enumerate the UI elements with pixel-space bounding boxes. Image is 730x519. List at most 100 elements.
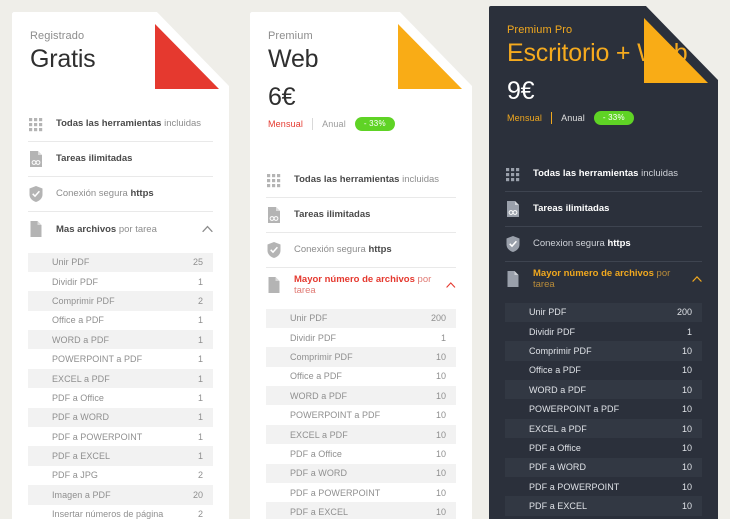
tool-name: Office a PDF: [52, 315, 104, 326]
billing-monthly-option[interactable]: Mensual: [268, 119, 303, 129]
tool-limit-row: Comprimir PDF 2: [28, 291, 213, 311]
tool-limit-row: PDF a POWERPOINT 10: [266, 483, 456, 502]
tool-limit-row: WORD a PDF 10: [505, 380, 702, 400]
tool-limit-value: 1: [197, 373, 203, 384]
tool-limit-value: 10: [435, 487, 446, 498]
discount-badge: - 33%: [593, 110, 634, 125]
billing-period-toggle[interactable]: Mensual Anual - 33%: [507, 110, 700, 125]
tool-limit-row: WORD a PDF 1: [28, 330, 213, 350]
feature-row[interactable]: Mayor número de archivos por tarea: [505, 262, 702, 297]
tool-name: PDF a EXCEL: [52, 451, 111, 462]
feature-row: Todas las herramientas incluidas: [28, 107, 213, 142]
feature-row[interactable]: Mayor número de archivos por tarea: [266, 268, 456, 303]
tool-limit-row: Dividir PDF 1: [28, 272, 213, 291]
tool-name: Dividir PDF: [529, 326, 576, 337]
tool-name: EXCEL a PDF: [529, 423, 587, 434]
tool-limit-value: 10: [681, 442, 692, 453]
tool-name: PDF a Office: [529, 442, 581, 453]
grid-icon: [267, 173, 281, 187]
tool-name: POWERPOINT a PDF: [290, 410, 381, 421]
tool-limit-value: 10: [681, 423, 692, 434]
tool-limit-row: Unir PDF 200: [505, 302, 702, 322]
tool-limit-value: 200: [676, 307, 692, 318]
tool-limit-row: Dividir PDF 1: [505, 322, 702, 341]
tool-limit-value: 10: [435, 507, 446, 518]
feature-label: Conexion segura https: [533, 238, 631, 249]
feature-label: Mayor número de archivos por tarea: [294, 274, 432, 296]
card-surface: Premium Pro Escritorio + Web 9€ Mensual An…: [489, 6, 718, 519]
feature-label: Tareas ilimitadas: [294, 209, 371, 220]
tool-limits-list: Unir PDF 200 Dividir PDF 1 Comprimir PDF…: [250, 308, 472, 519]
tool-limit-row: Office a PDF 1: [28, 311, 213, 330]
feature-row: Conexion segura https: [505, 227, 702, 262]
tool-limit-value: 1: [197, 451, 203, 462]
billing-yearly-option[interactable]: Anual: [561, 113, 585, 123]
pricing-card-web[interactable]: Premium Web 6€ Mensual Anual - 33% Todas l…: [250, 12, 472, 519]
tool-limit-value: 10: [681, 345, 692, 356]
tool-limit-value: 2: [197, 470, 203, 481]
tool-name: Unir PDF: [52, 257, 90, 268]
tool-limit-value: 10: [435, 390, 446, 401]
tasks-icon: [507, 200, 519, 217]
shield-icon: [506, 235, 520, 252]
tool-limit-value: 1: [440, 332, 446, 343]
tool-name: Unir PDF: [290, 313, 328, 324]
feature-row[interactable]: Mas archivos por tarea: [28, 212, 213, 247]
tool-name: WORD a PDF: [290, 390, 348, 401]
tool-name: Dividir PDF: [52, 276, 99, 287]
tool-limit-value: 20: [192, 489, 203, 500]
tool-name: Insertar números de página: [52, 509, 164, 519]
tool-limit-row: PDF a WORD 10: [505, 457, 702, 478]
tool-limit-row: Comprimir PDF 10: [266, 347, 456, 367]
tool-limit-value: 10: [435, 429, 446, 440]
tool-limit-value: 10: [435, 371, 446, 382]
billing-yearly-option[interactable]: Anual: [322, 119, 346, 129]
feature-label: Conexión segura https: [294, 244, 392, 255]
tool-name: Comprimir PDF: [290, 351, 353, 362]
tool-limit-row: POWERPOINT a PDF 10: [266, 405, 456, 424]
feature-row: Tareas ilimitadas: [28, 142, 213, 177]
billing-monthly-option[interactable]: Mensual: [507, 113, 542, 123]
feature-label: Tareas ilimitadas: [533, 203, 610, 214]
tool-name: PDF a Office: [52, 392, 104, 403]
tool-limit-row: PDF a Office 10: [266, 444, 456, 463]
tool-limit-row: PDF a EXCEL 10: [266, 502, 456, 519]
pricing-card-free[interactable]: Registrado Gratis Todas las herramientas …: [12, 12, 229, 519]
feature-label: Mayor número de archivos por tarea: [533, 268, 671, 290]
tool-limit-value: 10: [681, 481, 692, 492]
feature-label: Todas las herramientas incluidas: [56, 118, 202, 129]
feature-label: Mas archivos por tarea: [56, 223, 157, 235]
tool-limit-value: 2: [197, 509, 203, 519]
tool-name: PDF a WORD: [52, 412, 110, 423]
tool-name: Unir PDF: [529, 307, 567, 318]
tool-limit-row: Unir PDF 200: [266, 308, 456, 328]
feature-row: Conexión segura https: [266, 233, 456, 268]
tool-limits-list: Unir PDF 25 Dividir PDF 1 Comprimir PDF …: [12, 252, 229, 519]
tool-limit-row: Comprimir PDF 10: [505, 341, 702, 361]
tool-limit-value: 1: [197, 431, 203, 442]
tool-limit-value: 10: [681, 404, 692, 415]
tool-name: Comprimir PDF: [52, 295, 115, 306]
feature-row: Tareas ilimitadas: [505, 192, 702, 227]
tool-limit-row: EXCEL a PDF 10: [505, 418, 702, 439]
tool-name: PDF a POWERPOINT: [529, 481, 620, 492]
tool-limit-value: 200: [430, 313, 446, 324]
tool-limit-row: Dividir PDF 1: [266, 328, 456, 347]
tool-name: EXCEL a PDF: [52, 373, 110, 384]
chevron-up-icon[interactable]: [202, 225, 213, 233]
tool-name: POWERPOINT a PDF: [52, 354, 143, 365]
tool-limit-row: Office a PDF 10: [266, 367, 456, 386]
chevron-up-icon[interactable]: [692, 275, 702, 283]
tool-limit-value: 25: [192, 257, 203, 268]
feature-list: Todas las herramientas incluidas Tareas …: [12, 107, 229, 247]
billing-period-toggle[interactable]: Mensual Anual - 33%: [268, 116, 454, 131]
tool-name: PDF a EXCEL: [529, 501, 588, 512]
feature-label: Conexión segura https: [56, 188, 154, 199]
pricing-card-pro[interactable]: Premium Pro Escritorio + Web 9€ Mensual An…: [489, 6, 718, 519]
tool-limit-row: EXCEL a PDF 1: [28, 368, 213, 389]
tool-limit-value: 10: [681, 501, 692, 512]
tool-name: Office a PDF: [529, 365, 581, 376]
tool-limit-row: PDF a WORD 10: [266, 463, 456, 484]
feature-row: Conexión segura https: [28, 177, 213, 212]
chevron-up-icon[interactable]: [446, 281, 456, 289]
